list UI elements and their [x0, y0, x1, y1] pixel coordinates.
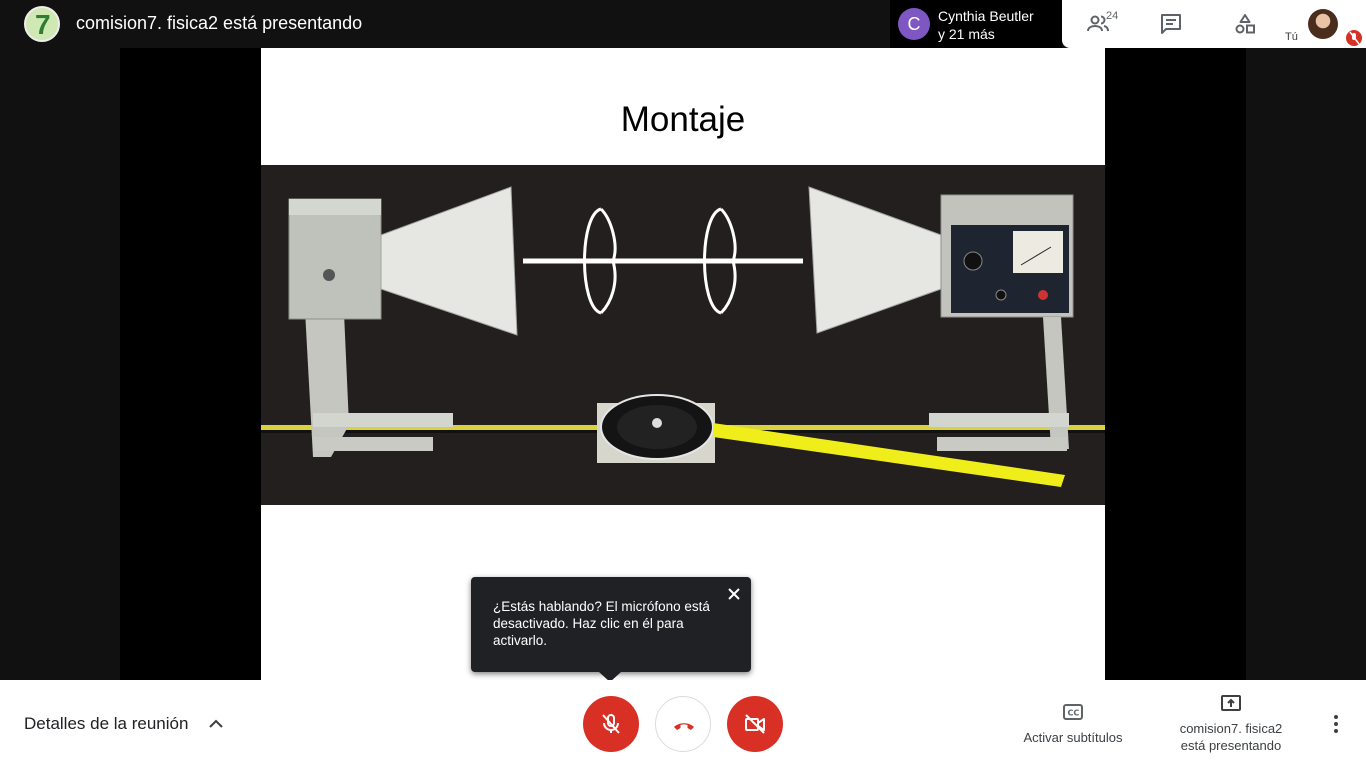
close-icon[interactable]	[725, 585, 743, 603]
slide-photo	[261, 165, 1105, 505]
chevron-up-icon[interactable]	[206, 714, 226, 734]
hang-up-icon	[674, 723, 694, 730]
svg-text:CC: CC	[1068, 709, 1080, 718]
presenting-label-line1: comision7. fisica2	[1179, 721, 1283, 736]
mic-off-icon	[602, 714, 620, 734]
participant-pill[interactable]: C Cynthia Beutler y 21 más	[890, 0, 1062, 48]
leave-call-button[interactable]	[655, 696, 711, 752]
participant-name: Cynthia Beutler	[938, 8, 1034, 24]
presenting-status-button[interactable]: comision7. fisica2 está presentando	[1165, 692, 1297, 754]
more-options-icon[interactable]	[1324, 712, 1348, 736]
participant-more: y 21 más	[938, 26, 995, 42]
meeting-details-button[interactable]: Detalles de la reunión	[24, 714, 188, 734]
tooltip-message: ¿Estás hablando? El micrófono está desac…	[493, 599, 710, 648]
presenting-label-line2: está presentando	[1180, 738, 1282, 753]
top-bar: 7 comision7. fisica2 está presentando C …	[0, 0, 1366, 48]
self-label: Tú	[1285, 31, 1298, 43]
people-count-badge: 24	[1106, 10, 1119, 22]
captions-label: Activar subtítulos	[1023, 730, 1123, 745]
chat-icon[interactable]	[1159, 12, 1183, 36]
slide-title: Montaje	[620, 100, 746, 139]
camera-off-icon	[745, 714, 765, 734]
microphone-toggle-button[interactable]	[583, 696, 639, 752]
participant-name-block: Cynthia Beutler y 21 más	[938, 7, 1034, 43]
presenter-avatar-glyph: 7	[35, 9, 51, 40]
presenter-title: comision7. fisica2 está presentando	[76, 13, 363, 33]
mic-muted-tooltip: ¿Estás hablando? El micrófono está desac…	[471, 577, 751, 672]
captions-icon: CC	[1063, 704, 1083, 720]
activities-icon[interactable]	[1233, 12, 1257, 36]
present-screen-icon	[1221, 695, 1241, 711]
bottom-bar: Detalles de la reunión CC Activar subtít…	[0, 680, 1366, 768]
captions-button[interactable]: CC Activar subtítulos	[1013, 700, 1133, 750]
mic-off-icon	[1346, 30, 1362, 46]
presenter-avatar: 7	[24, 6, 60, 42]
camera-toggle-button[interactable]	[727, 696, 783, 752]
self-avatar[interactable]	[1308, 9, 1338, 39]
participant-avatar: C	[898, 8, 930, 40]
